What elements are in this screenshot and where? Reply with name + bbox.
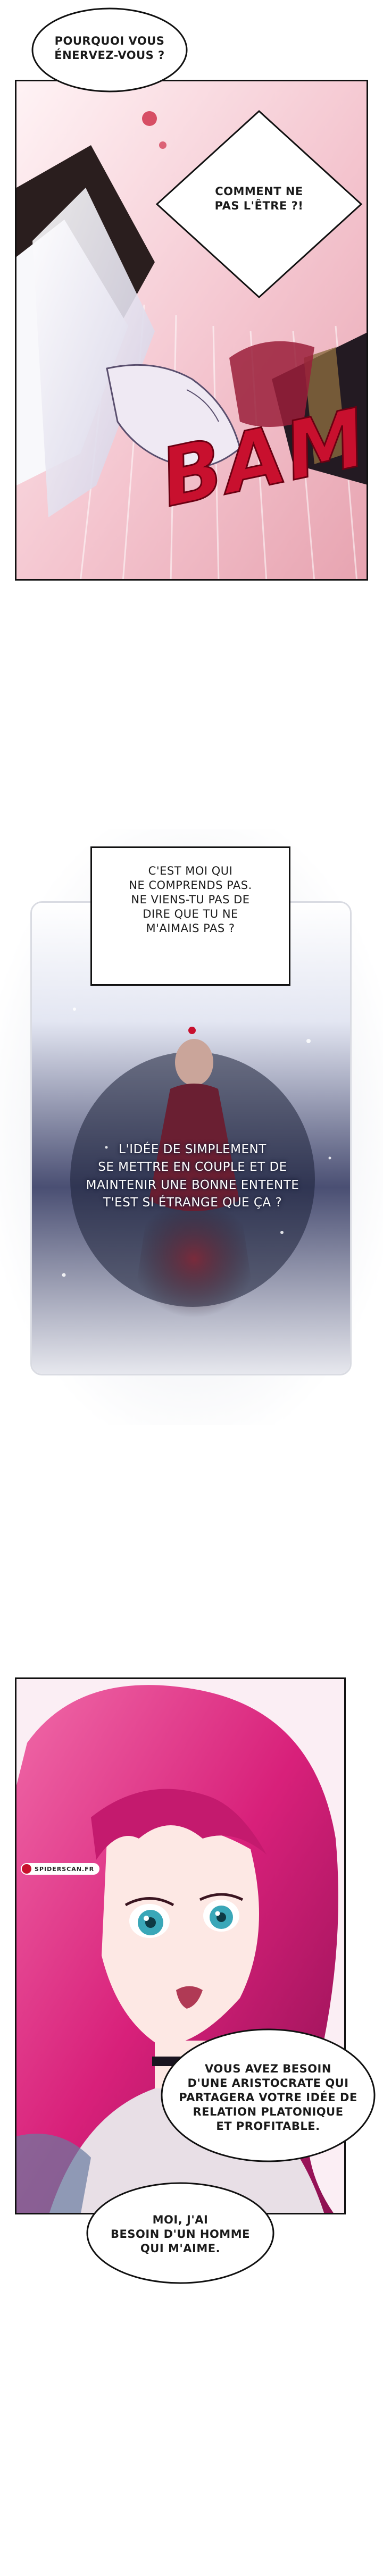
speech-bubble-5: VOUS AVEZ BESOIN D'UNE ARISTOCRATE QUI P… [159, 2026, 378, 2165]
bubble-text-1: POURQUOI VOUS ÉNERVEZ-VOUS ? [54, 35, 165, 62]
bubble-text-2: COMMENT NE PAS L'ÊTRE ?! [214, 185, 304, 212]
bubble-text-6: MOI, J'AI BESOIN D'UN HOMME QUI M'AIME. [111, 2213, 250, 2255]
speech-bubble-6: MOI, J'AI BESOIN D'UN HOMME QUI M'AIME. [84, 2180, 277, 2286]
bubble-text-5: VOUS AVEZ BESOIN D'UNE ARISTOCRATE QUI P… [179, 2062, 357, 2133]
watermark-logo-icon [22, 1864, 31, 1874]
watermark: SPIDERSCAN.FR [21, 1863, 100, 1875]
bubble-text-3: C'EST MOI QUI NE COMPRENDS PAS. NE VIENS… [129, 865, 252, 935]
panel-1: COMMENT NE PAS L'ÊTRE ?! BAM [15, 80, 368, 581]
watermark-text: SPIDERSCAN.FR [35, 1865, 95, 1873]
speech-bubble-1: POURQUOI VOUS ÉNERVEZ-VOUS ? [29, 4, 190, 98]
caption-box-3: C'EST MOI QUI NE COMPRENDS PAS. NE VIENS… [90, 846, 290, 986]
narration-text-4: L'IDÉE DE SIMPLEMENT SE METTRE EN COUPLE… [86, 1143, 299, 1210]
caption-diamond: COMMENT NE PAS L'ÊTRE ?! [155, 109, 363, 299]
